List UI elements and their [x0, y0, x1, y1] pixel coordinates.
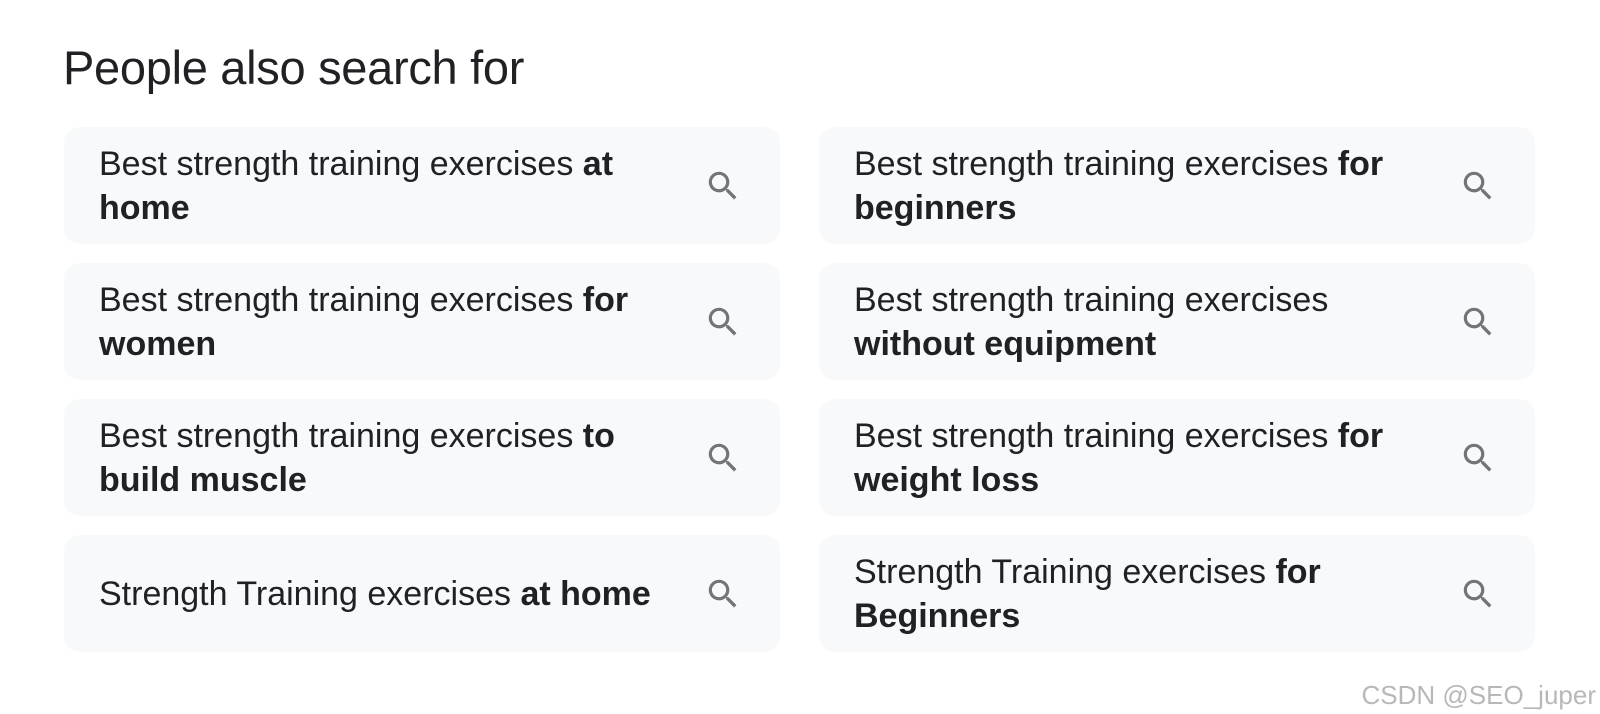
search-icon	[708, 443, 737, 471]
related-search-chip[interactable]: Strength Training exercises for Beginner…	[819, 535, 1535, 652]
search-icon	[708, 171, 737, 199]
related-search-chip[interactable]: Best strength training exercises for wei…	[819, 399, 1535, 516]
related-search-chip[interactable]: Best strength training exercises without…	[819, 263, 1535, 380]
related-search-chip[interactable]: Best strength training exercises to buil…	[64, 399, 780, 516]
search-icon	[1463, 171, 1492, 199]
related-search-text: Best strength training exercises for beg…	[854, 144, 1384, 227]
search-icon	[1463, 579, 1492, 607]
related-search-text: Best strength training exercises at home	[99, 144, 614, 227]
related-search-text: Best strength training exercises to buil…	[99, 416, 615, 499]
section-title: People also search for	[63, 41, 525, 94]
watermark: CSDN @SEO_juper	[1361, 680, 1596, 710]
related-search-chip[interactable]: Strength Training exercises at home	[64, 535, 780, 652]
related-search-text: Strength Training exercises at home	[99, 574, 651, 613]
related-search-chip[interactable]: Best strength training exercises at home	[64, 127, 780, 244]
search-icon	[1463, 307, 1492, 335]
search-icon	[708, 579, 737, 607]
related-search-chip[interactable]: Best strength training exercises for wom…	[64, 263, 780, 380]
related-search-text: Strength Training exercises for Beginner…	[854, 552, 1321, 635]
related-search-text: Best strength training exercises for wom…	[99, 280, 629, 363]
related-searches-grid: Best strength training exercises at home…	[64, 127, 1535, 652]
related-search-text: Best strength training exercises for wei…	[854, 416, 1384, 499]
search-icon	[708, 307, 737, 335]
related-search-chip[interactable]: Best strength training exercises for beg…	[819, 127, 1535, 244]
related-search-text: Best strength training exercises without…	[854, 280, 1329, 363]
search-icon	[1463, 443, 1492, 471]
